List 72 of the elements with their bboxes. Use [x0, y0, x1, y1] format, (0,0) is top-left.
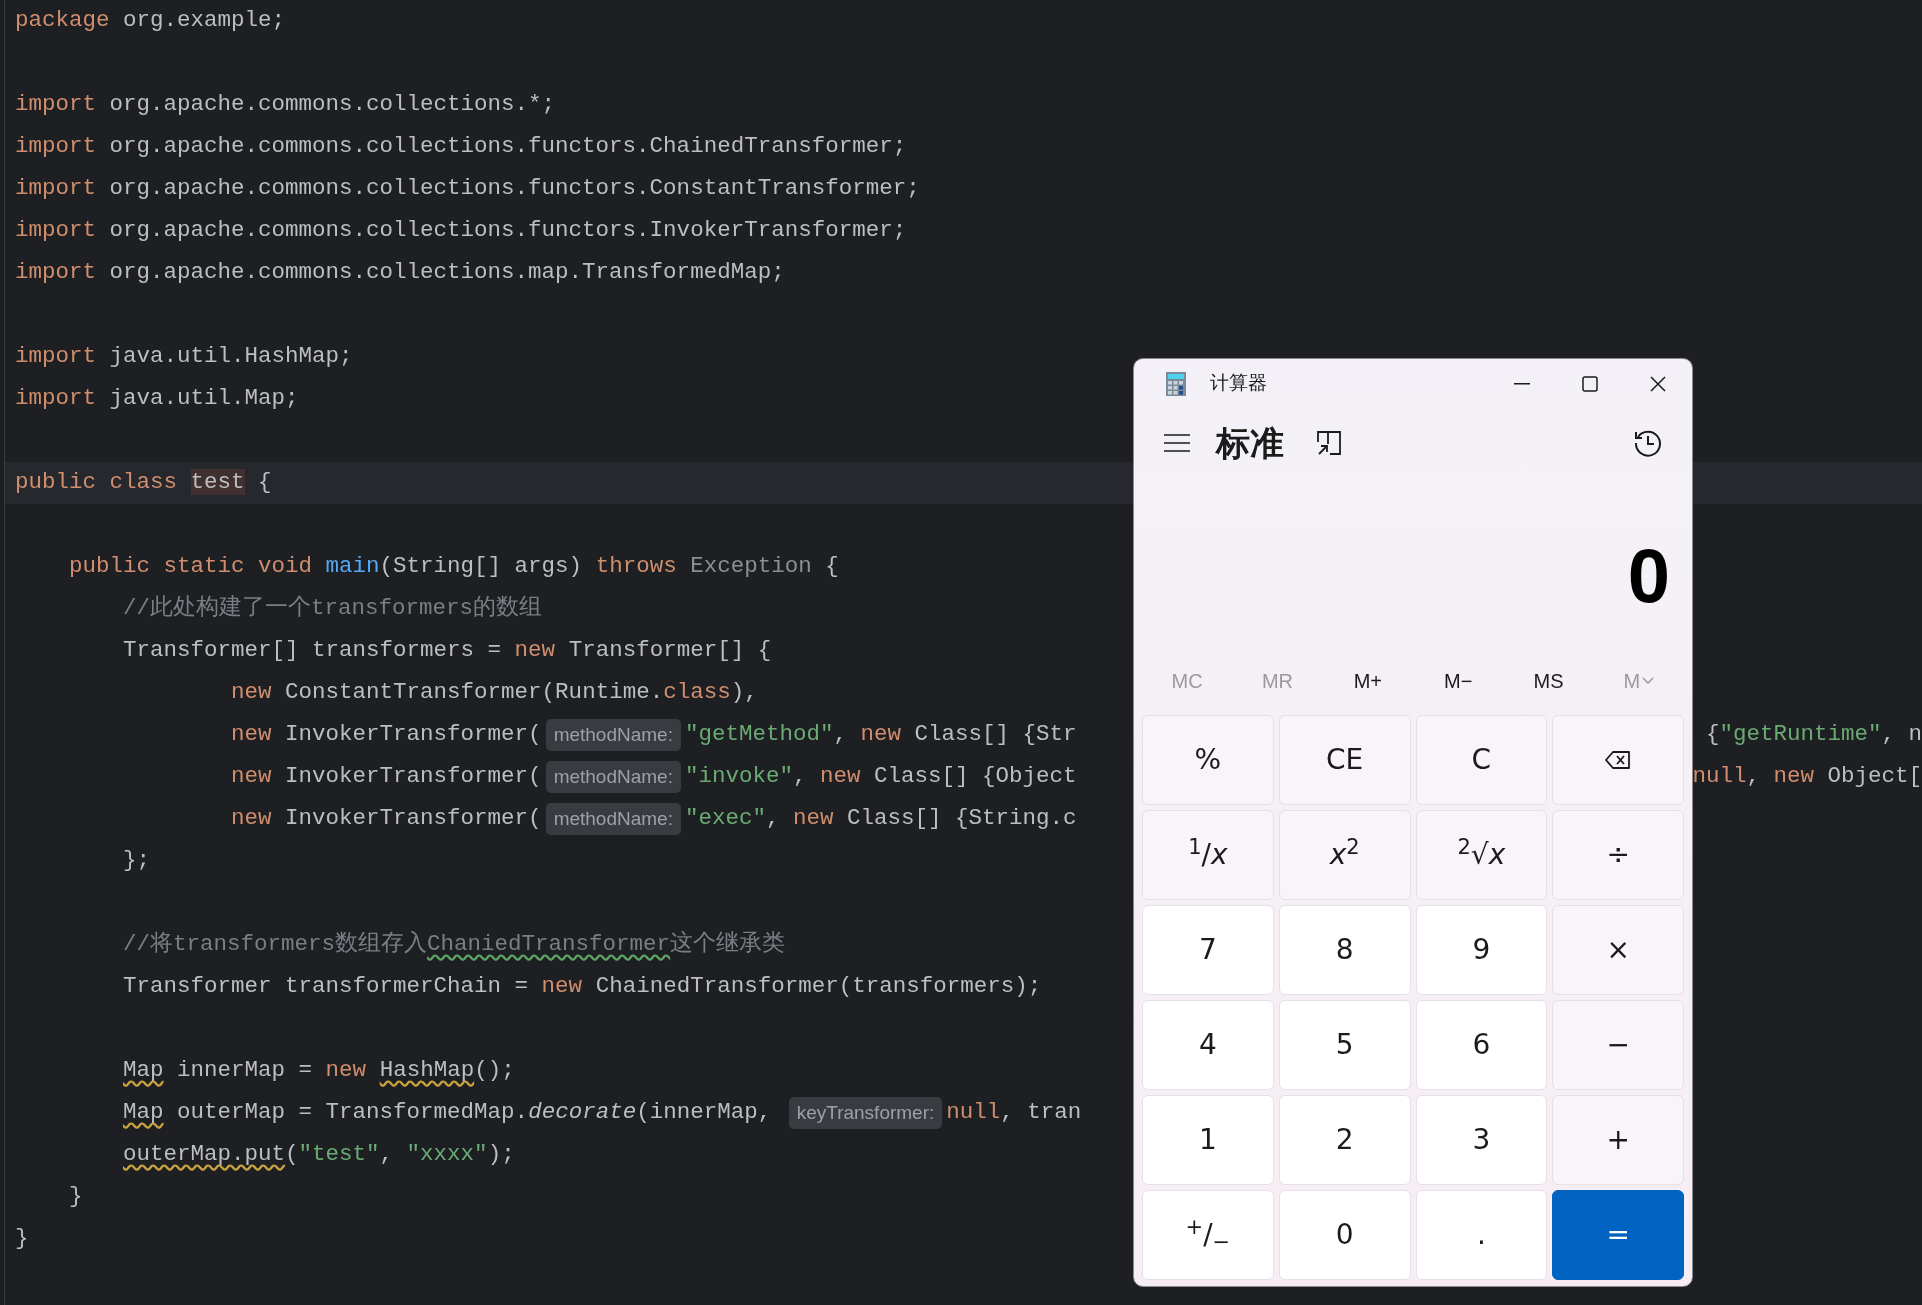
code-text: {"getRuntime", n	[1704, 721, 1922, 748]
code-text: null, tran	[946, 1098, 1082, 1128]
history-icon	[1633, 428, 1663, 459]
equals-key[interactable]: =	[1552, 1190, 1684, 1280]
code-text: outerMap.put("test", "xxxx");	[122, 1140, 515, 1170]
code-text: new ConstantTransformer(Runtime.class),	[230, 678, 758, 708]
operator-key[interactable]: %	[1142, 715, 1274, 805]
calculator-icon	[1166, 371, 1186, 396]
code-text: //此处构建了一个transformers的数组	[122, 594, 543, 624]
code-text: "getMethod", new Class[] {Str	[684, 720, 1077, 750]
code-text: Transformer[] transformers = new Transformer[] {	[122, 636, 772, 666]
code-text: new InvokerTransformer(	[230, 762, 542, 792]
operator-key[interactable]: C	[1415, 715, 1548, 805]
code-text: Map innerMap = new HashMap();	[122, 1056, 515, 1086]
code-text: };	[122, 846, 151, 876]
code-text: Map outerMap = TransformedMap.decorate(innerMap,	[122, 1098, 773, 1128]
keep-on-top-icon	[1316, 430, 1342, 457]
operator-key[interactable]: −	[1552, 1000, 1684, 1090]
digit-key[interactable]: 9	[1415, 905, 1548, 995]
code-text: new InvokerTransformer(	[230, 720, 542, 750]
digit-key[interactable]: 6	[1415, 1000, 1548, 1090]
digit-key[interactable]: 4	[1142, 1000, 1274, 1090]
code-text: null, new Object[	[1692, 763, 1922, 790]
code-text: //将transformers数组存入ChaniedTransformer这个继承类	[122, 929, 786, 960]
parameter-hint: methodName:	[545, 718, 681, 752]
memory-button[interactable]: MS	[1503, 665, 1594, 696]
digit-key[interactable]: 8	[1278, 905, 1411, 995]
mode-title: 标准	[1216, 422, 1284, 464]
code-text: public static void main(String[] args) throws Exception {	[68, 552, 839, 582]
operator-key[interactable]: $^{1}$/x	[1142, 810, 1274, 900]
code-text: import org.apache.commons.collections.functors.ChainedTransformer;	[15, 132, 907, 162]
close-icon	[1650, 375, 1666, 392]
operator-key[interactable]: $^{2}$√x	[1415, 810, 1548, 900]
operator-key[interactable]: CE	[1278, 715, 1411, 805]
code-text: package org.example;	[15, 6, 286, 36]
code-text: import java.util.HashMap;	[15, 342, 353, 372]
window-title: 计算器	[1210, 371, 1267, 396]
maximize-icon	[1582, 375, 1598, 392]
code-text: "exec", new Class[] {String.c	[684, 804, 1077, 834]
digit-key[interactable]: 7	[1142, 905, 1274, 995]
code-text: import org.apache.commons.collections.*;	[15, 90, 556, 120]
memory-button[interactable]: M−	[1413, 665, 1504, 696]
code-text: import org.apache.commons.collections.functors.InvokerTransformer;	[15, 216, 907, 246]
memory-button[interactable]: M+	[1322, 665, 1413, 696]
operator-key[interactable]: ×	[1552, 905, 1684, 995]
minimize-icon	[1514, 382, 1530, 385]
code-text: }	[68, 1182, 83, 1212]
digit-key[interactable]: 2	[1278, 1095, 1411, 1185]
code-text: new InvokerTransformer(	[230, 804, 542, 834]
digit-key[interactable]: 3	[1415, 1095, 1548, 1185]
parameter-hint: methodName:	[545, 802, 681, 836]
parameter-hint: methodName:	[545, 760, 681, 794]
digit-key[interactable]: 0	[1278, 1190, 1411, 1280]
code-text: Transformer transformerChain = new ChainedTransformer(transformers);	[122, 972, 1042, 1002]
code-text: import org.apache.commons.collections.map.TransformedMap;	[15, 258, 785, 288]
digit-key[interactable]: .	[1415, 1190, 1548, 1280]
code-text: }	[15, 1224, 29, 1254]
operator-key[interactable]: +	[1552, 1095, 1684, 1185]
operator-key[interactable]: x$^{2}$	[1278, 810, 1411, 900]
digit-key[interactable]: 1	[1142, 1095, 1274, 1185]
parameter-hint: keyTransformer:	[788, 1096, 943, 1130]
menu-icon	[1164, 433, 1190, 454]
digit-key[interactable]: $^{+}$/$_{−}$	[1142, 1190, 1274, 1280]
backspace-icon	[1605, 750, 1632, 770]
code-text: "invoke", new Class[] {Object	[684, 762, 1077, 792]
digit-key[interactable]: 5	[1278, 1000, 1411, 1090]
chevron-down-icon	[1642, 676, 1655, 685]
result-display: 0	[1627, 537, 1670, 614]
code-text: public class test {	[15, 468, 272, 498]
code-text: import java.util.Map;	[15, 384, 299, 414]
code-text: import org.apache.commons.collections.functors.ConstantTransformer;	[15, 174, 920, 204]
operator-key[interactable]: ÷	[1552, 810, 1684, 900]
